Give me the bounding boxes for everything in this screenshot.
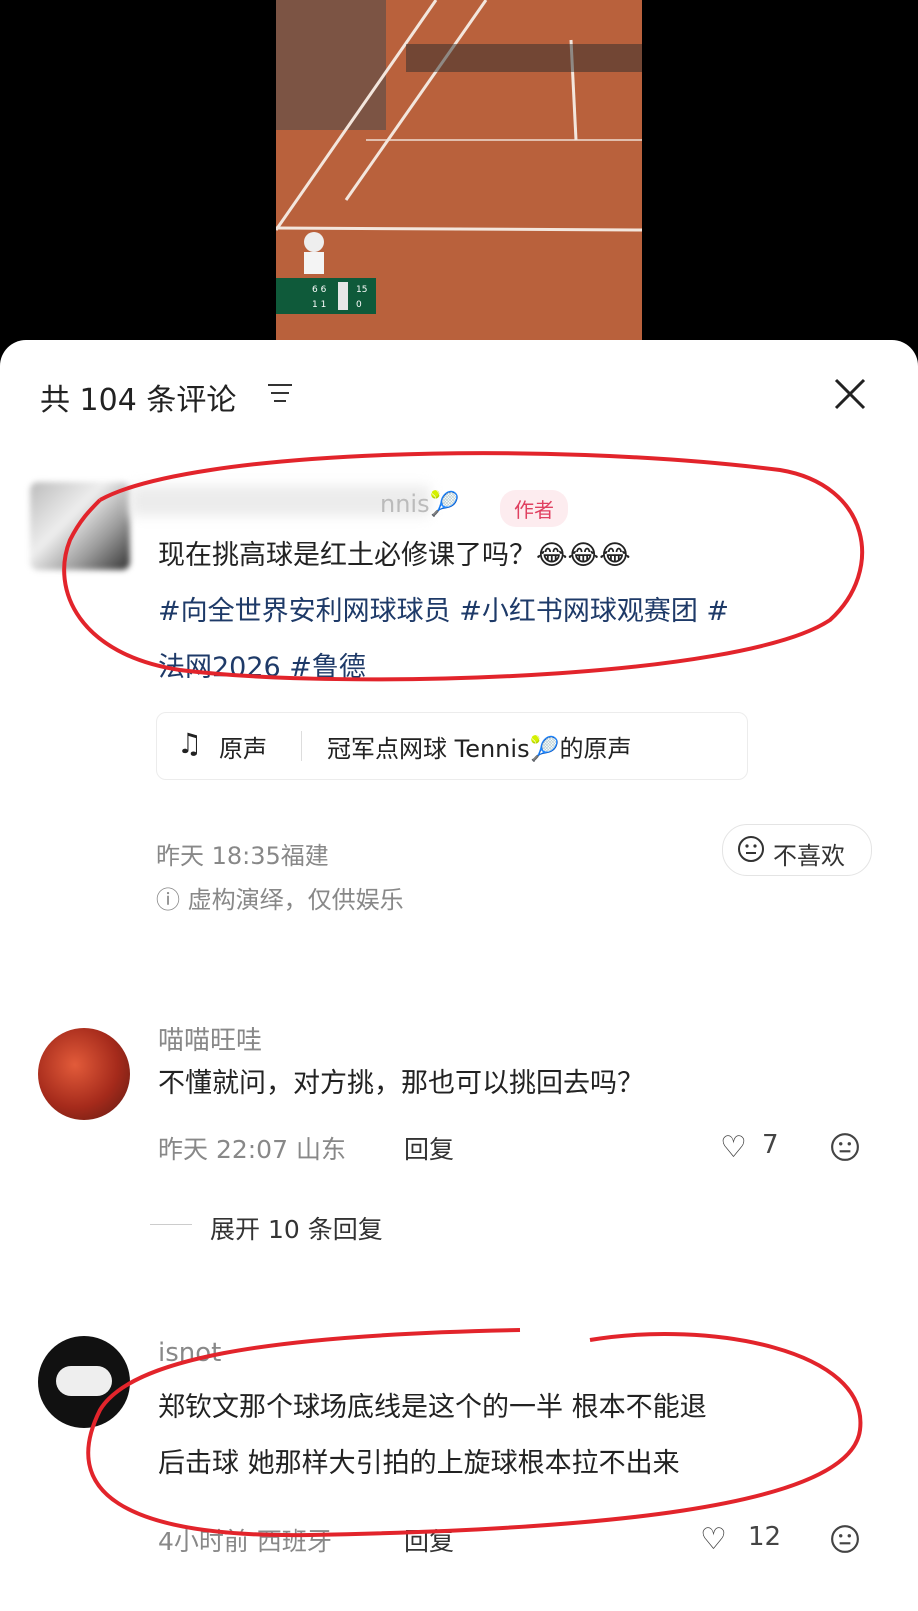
post-text: 现在挑高球是红土必修课了吗？😂😂😂 #向全世界安利网球球员 #小红书网球观赛团 … xyxy=(158,528,868,696)
post-meta: 昨天 18:35福建 xyxy=(156,842,329,870)
video-player[interactable]: 6 6 1 1 15 0 xyxy=(276,0,642,345)
avatar[interactable] xyxy=(38,1028,130,1120)
comment-count-title: 共 104 条评论 xyxy=(40,383,237,418)
avatar[interactable] xyxy=(38,1336,130,1428)
fiction-notice: ⓘ 虚构演绎，仅供娱乐 xyxy=(156,880,404,915)
dislike-label: 不喜欢 xyxy=(773,842,845,870)
music-note-icon: ♫ xyxy=(177,727,203,760)
username-tail: nnis🎾 xyxy=(380,490,460,518)
comment-text: 不懂就问，对方挑，那也可以挑回去吗？ xyxy=(158,1068,644,1099)
divider xyxy=(301,731,302,761)
like-count: 12 xyxy=(748,1522,782,1552)
sort-lines-icon[interactable] xyxy=(268,382,292,408)
author-post: nnis🎾 作者 现在挑高球是红土必修课了吗？😂😂😂 #向全世界安利网球球员 #… xyxy=(0,480,918,695)
reply-button[interactable]: 回复 xyxy=(404,1130,454,1166)
reply-button[interactable]: 回复 xyxy=(404,1522,454,1558)
heart-icon[interactable]: ♡ xyxy=(700,1522,727,1557)
info-icon: ⓘ xyxy=(156,886,180,914)
close-icon[interactable] xyxy=(832,376,868,416)
avatar[interactable] xyxy=(30,482,130,570)
comment-text-line1: 郑钦文那个球场底线是这个的一半 根本不能退 xyxy=(158,1392,707,1423)
comment-meta: 昨天 22:07 山东 xyxy=(158,1135,346,1164)
comment-text-line2: 后击球 她那样大引拍的上旋球根本拉不出来 xyxy=(158,1448,680,1479)
post-caption: 现在挑高球是红土必修课了吗？😂😂😂 xyxy=(158,540,631,571)
music-card[interactable]: ♫ 原声 冠军点网球 Tennis🎾的原声 xyxy=(156,712,748,780)
comments-panel: 共 104 条评论 nnis🎾 作者 现在挑高球是红土必修课了吗？😂😂😂 #向全… xyxy=(0,340,918,1611)
music-title: 冠军点网球 Tennis🎾的原声 xyxy=(327,735,632,763)
notice-text: 虚构演绎，仅供娱乐 xyxy=(187,886,404,914)
heart-icon[interactable]: ♡ xyxy=(720,1130,747,1165)
svg-text:1 1: 1 1 xyxy=(312,300,326,310)
neutral-face-icon[interactable] xyxy=(830,1524,860,1558)
neutral-face-icon xyxy=(737,835,765,869)
hashtags-line2[interactable]: 法网2026 #鲁德 xyxy=(158,640,868,696)
comment-username[interactable]: 喵喵旺哇 xyxy=(158,1020,262,1057)
hashtags-line1[interactable]: #向全世界安利网球球员 #小红书网球观赛团 # xyxy=(158,584,868,640)
comment-meta: 4小时前 西班牙 xyxy=(158,1527,332,1556)
author-badge: 作者 xyxy=(500,490,568,527)
expand-replies-button[interactable]: 展开 10 条回复 xyxy=(210,1210,383,1246)
like-count: 7 xyxy=(762,1130,779,1160)
neutral-face-icon[interactable] xyxy=(830,1132,860,1166)
svg-text:15: 15 xyxy=(356,285,367,295)
divider xyxy=(150,1224,192,1225)
svg-text:6 6: 6 6 xyxy=(312,285,327,295)
tennis-court-video: 6 6 1 1 15 0 xyxy=(276,0,642,345)
music-label: 原声 xyxy=(219,735,267,763)
svg-text:0: 0 xyxy=(356,300,362,310)
dislike-button[interactable]: 不喜欢 xyxy=(722,824,872,876)
comment-text: 郑钦文那个球场底线是这个的一半 根本不能退 后击球 她那样大引拍的上旋球根本拉不… xyxy=(158,1380,898,1492)
comment-username[interactable]: isnot xyxy=(158,1338,221,1368)
